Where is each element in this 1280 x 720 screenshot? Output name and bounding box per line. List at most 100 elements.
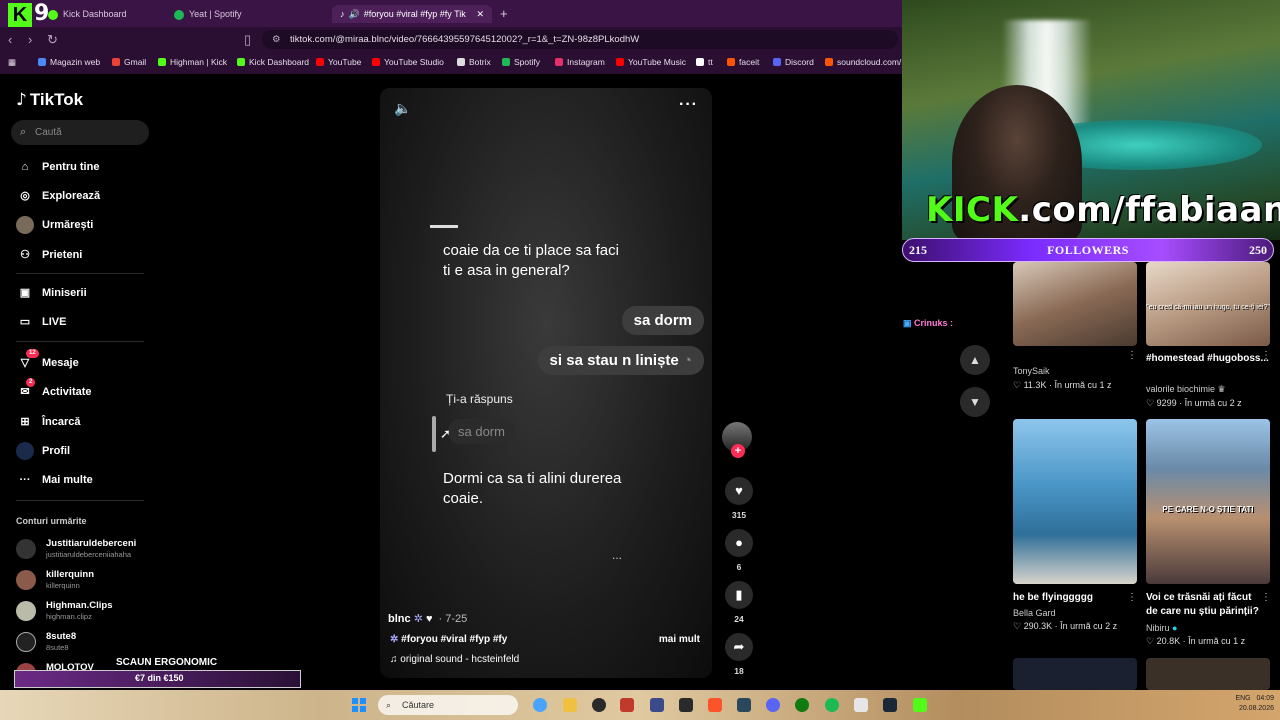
followers-goal: 250 xyxy=(1249,243,1267,257)
back-icon[interactable]: ‹ xyxy=(8,32,12,47)
spotify-icon[interactable] xyxy=(825,698,839,712)
feed-user[interactable]: valorile biochimie ♛ xyxy=(1146,384,1226,395)
kebab-menu-icon[interactable]: ⋮ xyxy=(1261,592,1271,603)
previous-video-chevron-up-icon[interactable]: ▲ xyxy=(960,345,990,375)
bookmark-youtube-studio[interactable]: YouTube Studio xyxy=(372,57,444,67)
heart-outline-icon: ♡ xyxy=(1146,398,1155,408)
terminal-icon[interactable] xyxy=(679,698,693,712)
brave-icon[interactable] xyxy=(708,698,722,712)
nav-miniserii[interactable]: ▣ Miniserii xyxy=(16,283,87,303)
capcut-icon[interactable] xyxy=(854,698,868,712)
steam-icon[interactable] xyxy=(883,698,897,712)
kebab-menu-icon[interactable]: ⋮ xyxy=(1261,350,1271,361)
feed-user[interactable]: Nibiru ● xyxy=(1146,623,1177,633)
nav-activitate[interactable]: ✉ 2 Activitate xyxy=(16,378,92,402)
windows-start-icon[interactable] xyxy=(352,698,366,712)
apps-icon[interactable]: ▦ xyxy=(8,57,16,68)
copilot-icon[interactable] xyxy=(533,698,547,712)
share-arrow-icon[interactable]: ➦ xyxy=(725,633,753,661)
forward-icon[interactable]: › xyxy=(28,32,32,47)
bookmark-botrix[interactable]: Botrix xyxy=(457,57,491,67)
like-heart-icon[interactable]: ♥ xyxy=(725,477,753,505)
video-thumbnail[interactable] xyxy=(1146,658,1270,690)
obs-icon[interactable] xyxy=(592,698,606,712)
bookmark-instagram[interactable]: Instagram xyxy=(555,57,605,67)
emoji-icon: ✲ xyxy=(413,613,423,625)
recommended-feed: TonySaik ♡ 11.3K · În urmă cu 1 z ⋮ "eu … xyxy=(1003,262,1280,690)
comment-icon[interactable]: ● xyxy=(725,529,753,557)
app-icon[interactable] xyxy=(620,698,634,712)
reload-icon[interactable]: ↻ xyxy=(47,32,58,48)
feed-user[interactable]: Bella Gard xyxy=(1013,608,1056,618)
video-thumbnail[interactable]: "eu cred că-mi iau un hugo, tu ce-ți iei… xyxy=(1146,262,1270,346)
nav-profil[interactable]: Profil xyxy=(16,441,70,461)
bookmark-kick-dashboard[interactable]: Kick Dashboard xyxy=(237,57,309,67)
heart-outline-icon: ♡ xyxy=(1013,380,1022,390)
tab-kick-dashboard[interactable]: Kick Dashboard xyxy=(48,5,127,23)
feed-user[interactable]: TonySaik xyxy=(1013,366,1050,376)
nav-mai-multe[interactable]: ··· Mai multe xyxy=(16,470,93,490)
taskbar-search-input[interactable]: ⌕ Căutare xyxy=(378,695,518,715)
nav-urmaresti[interactable]: Urmărești xyxy=(16,215,93,235)
nav-incarca[interactable]: ⊞ Încarcă xyxy=(16,412,81,432)
friends-icon: ⚇ xyxy=(20,249,30,261)
search-input[interactable]: ⌕ Caută xyxy=(11,120,149,145)
video-player[interactable]: 🔈 ··· coaie da ce ti place sa faci ti e … xyxy=(380,88,712,678)
bookmark-magazin-web[interactable]: Magazin web xyxy=(38,57,100,67)
nav-mesaje[interactable]: ▽ 12 Mesaje xyxy=(16,349,79,373)
author-name[interactable]: blnc xyxy=(388,613,411,625)
feed-title[interactable]: Voi ce trăsnăi ați făcut xyxy=(1146,592,1251,603)
feed-title-line2[interactable]: de care nu știu părinții? xyxy=(1146,606,1259,617)
app-icon[interactable] xyxy=(650,698,664,712)
bookmark-spotify[interactable]: Spotify xyxy=(502,57,540,67)
nav-live[interactable]: ▭ LIVE xyxy=(16,312,67,332)
video-thumbnail[interactable] xyxy=(1013,419,1137,584)
next-video-chevron-down-icon[interactable]: ▼ xyxy=(960,387,990,417)
bookmark-youtube-music[interactable]: YouTube Music xyxy=(616,57,686,67)
discord-icon[interactable] xyxy=(766,698,780,712)
feed-title[interactable]: he be flyinggggg xyxy=(1013,592,1093,603)
see-more-link[interactable]: mai mult xyxy=(659,634,700,645)
nav-exploreaza[interactable]: ◎ Explorează xyxy=(16,186,100,206)
bookmark-tt[interactable]: tt xyxy=(696,57,713,67)
bookmark-save-icon[interactable]: ▮ xyxy=(725,581,753,609)
like-count: 315 xyxy=(731,510,747,520)
close-tab-icon[interactable]: ✕ xyxy=(476,5,484,23)
file-explorer-icon[interactable] xyxy=(563,698,577,712)
url-input[interactable]: ⚙ tiktok.com/@miraa.blnc/video/766643955… xyxy=(262,30,898,49)
xbox-icon[interactable] xyxy=(795,698,809,712)
bookmark-faceit[interactable]: faceit xyxy=(727,57,759,67)
nav-prieteni[interactable]: ⚇ Prieteni xyxy=(16,245,82,265)
hashtags[interactable]: ✲ #foryou #viral #fyp #fy xyxy=(390,634,507,645)
bookmark-icon[interactable]: ▯ xyxy=(244,32,251,48)
feed-title[interactable]: #homestead #hugoboss... xyxy=(1146,353,1269,364)
bookmark-youtube[interactable]: YouTube xyxy=(316,57,361,67)
tab-label: #foryou #viral #fyp #fy Tik xyxy=(363,9,466,19)
tiktok-logo[interactable]: ♪ TikTok xyxy=(16,90,83,110)
bookmark-discord[interactable]: Discord xyxy=(773,57,814,67)
feed-meta: ♡ 290.3K · În urmă cu 2 z xyxy=(1013,621,1118,631)
bookmark-highman-kick[interactable]: Highman | Kick xyxy=(158,57,227,67)
sound-link[interactable]: ♫ original sound - hcsteinfeld xyxy=(390,654,519,665)
video-thumbnail[interactable] xyxy=(1013,658,1137,690)
bookmark-gmail[interactable]: Gmail xyxy=(112,57,146,67)
steam-icon[interactable] xyxy=(737,698,751,712)
nav-pentru-tine[interactable]: ⌂ Pentru tine xyxy=(16,157,100,177)
kebab-menu-icon[interactable]: ⋮ xyxy=(1127,592,1137,603)
video-thumbnail[interactable] xyxy=(1013,262,1137,346)
video-thumbnail[interactable]: PE CARE N-O ȘTIE TATI xyxy=(1146,419,1270,584)
nav-label: Încarcă xyxy=(42,416,81,428)
new-tab-icon[interactable]: + xyxy=(500,5,508,23)
reply-quote: sa dorm xyxy=(448,419,515,444)
kebab-menu-icon[interactable]: ⋮ xyxy=(1127,350,1137,361)
tab-spotify[interactable]: Yeat | Spotify xyxy=(174,5,242,23)
goal-amount: €7 din €150 xyxy=(135,673,184,683)
feed-meta: ♡ 11.3K · În urmă cu 1 z xyxy=(1013,380,1112,390)
tab-tiktok-active[interactable]: ♪ 🔊 #foryou #viral #fyp #fy Tik ✕ xyxy=(332,5,492,23)
system-tray[interactable]: ENG 04:09 20.08.2026 xyxy=(1235,694,1274,714)
bookmark-soundcloud[interactable]: soundcloud.com/ xyxy=(825,57,901,67)
kick-icon[interactable] xyxy=(913,698,927,712)
follow-plus-icon[interactable]: + xyxy=(731,444,745,458)
volume-icon[interactable]: 🔈 xyxy=(394,100,411,117)
more-options-icon[interactable]: ··· xyxy=(679,96,698,114)
